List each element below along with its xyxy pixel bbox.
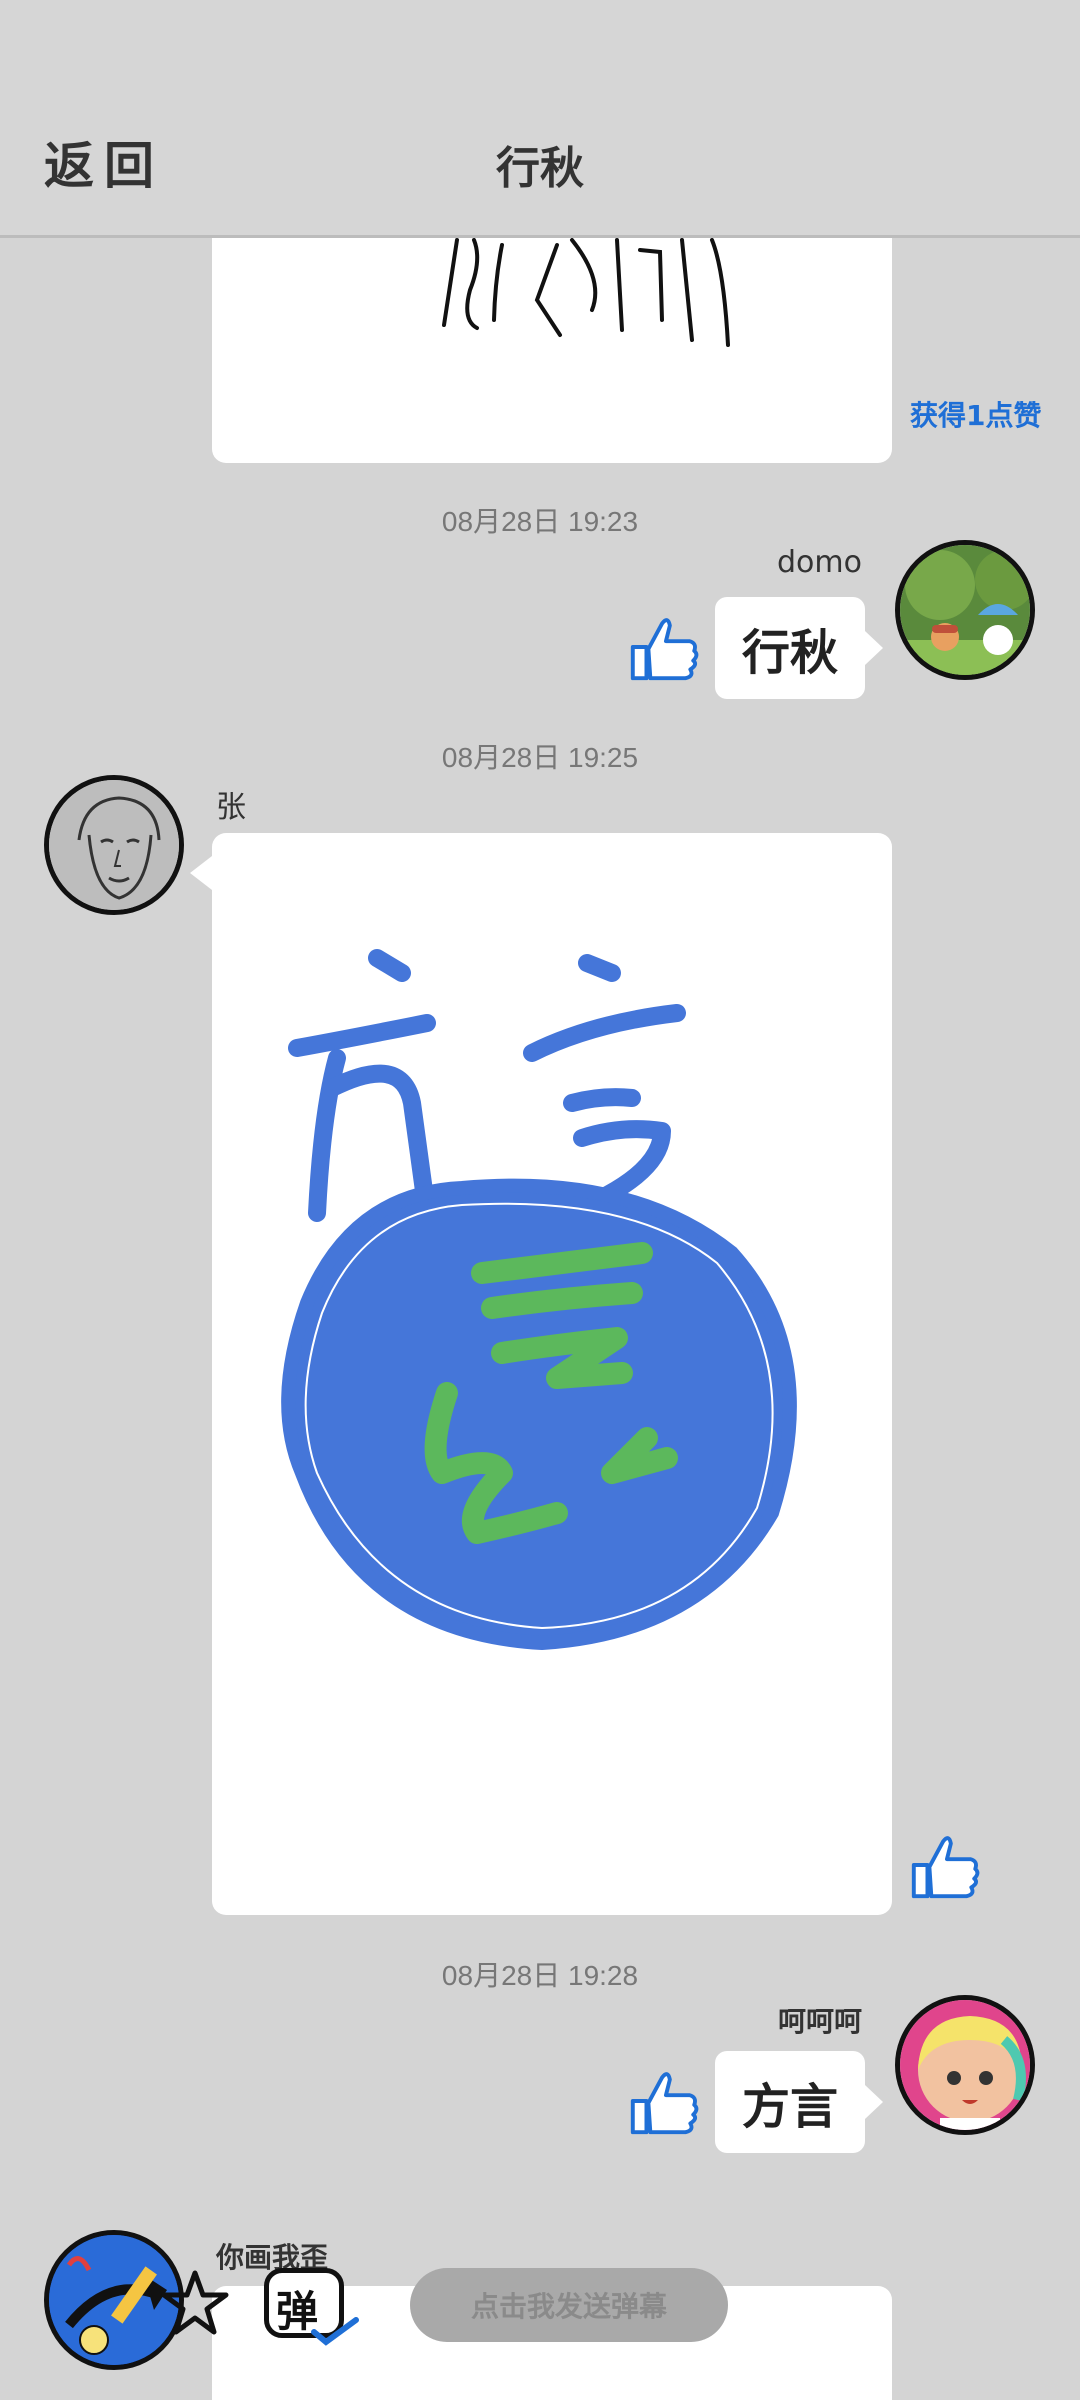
sender-name: domo [777, 545, 862, 580]
handwriting-drawing [442, 238, 730, 347]
timestamp: 08月28日 19:25 [441, 742, 639, 773]
text-bubble[interactable]: 方言 [715, 2051, 883, 2153]
danmaku-toggle[interactable]: 弹 [264, 2268, 359, 2346]
forest-avatar-image [900, 545, 1030, 675]
timestamp: 08月28日 19:23 [441, 506, 639, 537]
top-bar: 返回 行秋 [0, 0, 1080, 238]
sketch-face-avatar-image [49, 780, 179, 910]
thumbs-up-icon[interactable] [625, 2062, 703, 2140]
drawing-card-1[interactable] [212, 200, 892, 463]
drawing-card-2[interactable] [212, 833, 892, 1915]
avatar[interactable] [895, 1995, 1035, 2135]
send-danmaku-button[interactable]: 点击我发送弹幕 [410, 2268, 728, 2342]
star-icon[interactable] [160, 2268, 230, 2338]
avatar[interactable] [44, 775, 184, 915]
dialect-drawing [281, 949, 797, 1651]
page-title: 行秋 [496, 143, 584, 194]
thumbs-up-icon[interactable] [906, 1826, 984, 1904]
checkmark-icon [311, 2317, 359, 2346]
thumbs-up-icon[interactable] [625, 608, 703, 686]
timestamp: 08月28日 19:28 [441, 1960, 639, 1991]
sender-name: 呵呵呵 [777, 2005, 862, 2038]
likes-count: 获得1点赞 [910, 399, 1042, 432]
avatar[interactable] [895, 540, 1035, 680]
bubble-tail [190, 856, 212, 890]
text-bubble[interactable]: 行秋 [715, 597, 883, 699]
sender-name: 张 [216, 790, 246, 825]
anime-girl-avatar-image [900, 2000, 1030, 2130]
